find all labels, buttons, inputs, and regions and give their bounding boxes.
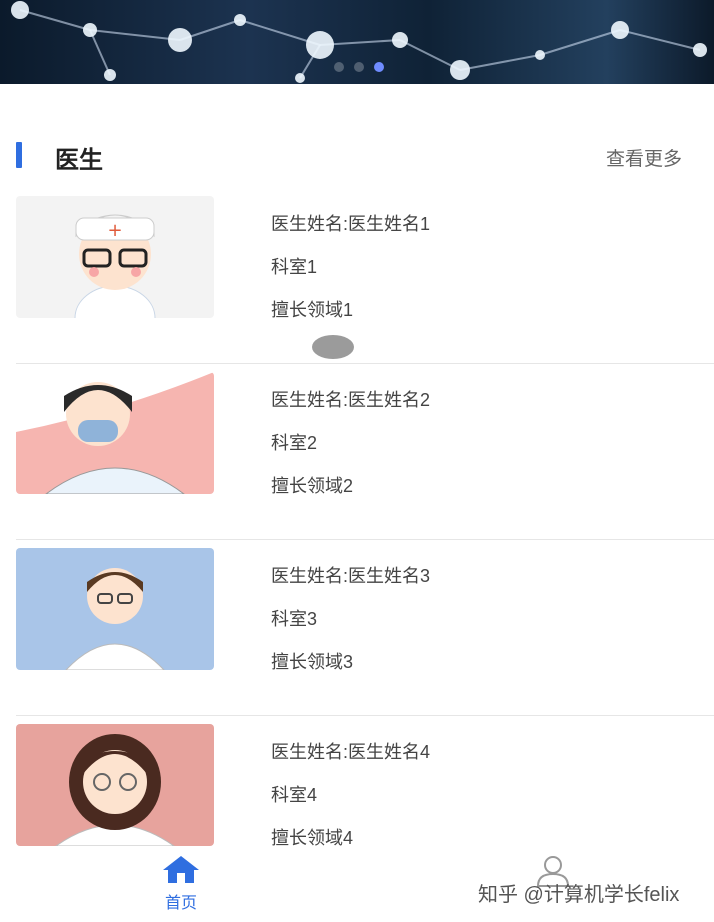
- svg-text:+: +: [107, 220, 122, 241]
- home-icon: [163, 856, 199, 883]
- doctor-avatar: [16, 372, 214, 494]
- doctor-name: 医生姓名:医生姓名3: [271, 566, 431, 586]
- doctor-specialty: 擅长领域2: [271, 476, 354, 496]
- doctor-specialty: 擅长领域1: [271, 300, 354, 320]
- nav-home-label: 首页: [164, 895, 197, 912]
- carousel-dot[interactable]: [374, 62, 384, 72]
- doctor-section-header: 医生 查看更多: [0, 138, 714, 174]
- section-title: 医生: [55, 147, 103, 174]
- doctor-avatar: [16, 548, 214, 670]
- watermark-text: 知乎 @计算机学长felix: [478, 884, 680, 906]
- touch-indicator: [312, 335, 354, 359]
- doctor-specialty: 擅长领域3: [271, 652, 354, 672]
- doctor-name: 医生姓名:医生姓名1: [271, 214, 431, 234]
- doctor-department: 科室2: [271, 433, 318, 453]
- doctor-department: 科室1: [271, 257, 318, 277]
- doctor-name: 医生姓名:医生姓名4: [271, 742, 431, 762]
- doctor-list-item[interactable]: + 医生姓名:医生姓名1 科室1 擅长领域1: [16, 188, 714, 364]
- doctor-avatar: +: [16, 196, 214, 318]
- doctor-department: 科室3: [271, 609, 318, 629]
- carousel-dot[interactable]: [354, 62, 364, 72]
- doctor-list-item[interactable]: 医生姓名:医生姓名3 科室3 擅长领域3: [16, 540, 714, 716]
- doctor-avatar: [16, 724, 214, 846]
- section-accent-bar: [16, 142, 22, 168]
- doctor-department: 科室4: [271, 785, 318, 805]
- doctor-list-item[interactable]: 医生姓名:医生姓名2 科室2 擅长领域2: [16, 364, 714, 540]
- doctor-list: + 医生姓名:医生姓名1 科室1 擅长领域1 医生姓名:医生姓名2 科室2 擅长…: [0, 188, 714, 892]
- see-more-link[interactable]: 查看更多: [606, 144, 682, 171]
- carousel-indicators: [334, 62, 384, 72]
- carousel-dot[interactable]: [334, 62, 344, 72]
- banner-carousel[interactable]: [0, 0, 714, 84]
- nav-home-tab[interactable]: 首页: [154, 854, 208, 913]
- doctor-name: 医生姓名:医生姓名2: [271, 390, 431, 410]
